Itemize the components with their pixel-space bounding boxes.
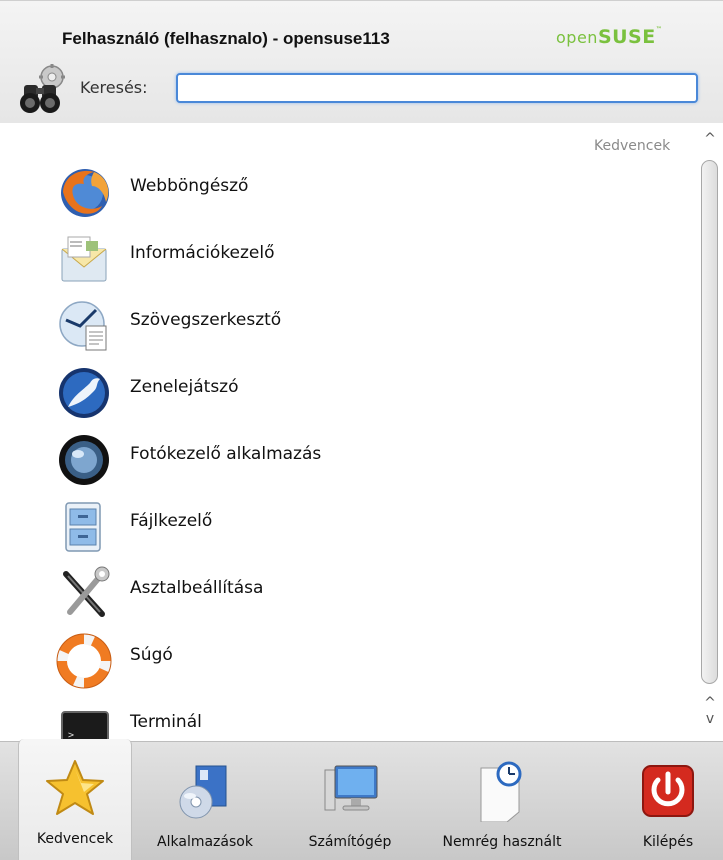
tab-applications[interactable]: Alkalmazások — [140, 742, 270, 860]
tab-recent[interactable]: Nemrég használt — [412, 742, 592, 860]
search-label: Keresés: — [80, 78, 148, 97]
scroll-down-arrow[interactable]: v — [700, 712, 720, 726]
header: Felhasználó (felhasznalo) - opensuse113 … — [0, 0, 723, 123]
tab-favorites[interactable]: Kedvencek — [18, 739, 132, 860]
photo-manager-icon — [59, 435, 109, 485]
list-item-file-manager[interactable]: Fájlkezelő — [56, 497, 656, 555]
tab-label: Számítógép — [308, 834, 392, 850]
tab-label: Alkalmazások — [157, 834, 253, 850]
opensuse-logo: openSUSE™ — [556, 26, 663, 48]
tab-logout[interactable]: Kilépés — [618, 742, 718, 860]
tab-computer[interactable]: Számítógép — [290, 742, 410, 860]
scroll-up-arrow[interactable]: ^ — [700, 132, 720, 146]
tab-label: Kilépés — [642, 834, 694, 850]
computer-monitor-icon — [324, 765, 378, 811]
applications-cd-icon — [179, 765, 227, 819]
list-item-help[interactable]: Súgó — [56, 631, 656, 689]
text-editor-icon — [59, 301, 107, 351]
list-item-label: Webböngésző — [130, 176, 249, 196]
search-input[interactable] — [176, 73, 698, 103]
settings-tools-icon — [63, 566, 110, 617]
binoculars-search-icon — [20, 64, 65, 113]
file-manager-icon — [65, 502, 101, 552]
list-item-label: Terminál — [130, 712, 202, 732]
tab-bar: Kedvencek Alkalmazások Számítógép Nemrég… — [0, 739, 723, 860]
list-item-photo-manager[interactable]: Fotókezelő alkalmazás — [56, 430, 656, 488]
scrollbar-thumb[interactable] — [701, 160, 718, 684]
section-label-favorites: Kedvencek — [594, 138, 671, 154]
list-item-desktop-settings[interactable]: Asztalbeállítása — [56, 564, 656, 622]
list-item-label: Információkezelő — [130, 243, 275, 263]
list-item-terminal[interactable]: >_ Terminál — [56, 698, 656, 740]
list-item-web-browser[interactable]: Webböngésző — [56, 162, 656, 220]
list-item-label: Fotókezelő alkalmazás — [130, 444, 322, 464]
tab-label: Kedvencek — [36, 831, 114, 847]
list-item-info-manager[interactable]: Információkezelő — [56, 229, 656, 287]
list-item-label: Súgó — [130, 645, 173, 665]
scroll-up-arrow-bottom[interactable]: ^ — [700, 696, 720, 710]
firefox-icon — [61, 169, 109, 217]
music-player-icon — [59, 368, 109, 418]
user-title: Felhasználó (felhasznalo) - opensuse113 — [62, 29, 390, 48]
help-lifebuoy-icon — [56, 633, 112, 689]
terminal-icon: >_ — [61, 711, 109, 740]
list-item-label: Asztalbeállítása — [130, 578, 264, 598]
list-item-label: Fájlkezelő — [130, 511, 213, 531]
recent-clock-document-icon — [480, 761, 522, 822]
list-item-label: Szövegszerkesztő — [130, 310, 282, 330]
list-item-label: Zenelejátszó — [130, 377, 239, 397]
list-item-text-editor[interactable]: Szövegszerkesztő — [56, 296, 656, 354]
tab-label: Nemrég használt — [442, 834, 562, 850]
power-icon — [642, 765, 694, 817]
list-item-music-player[interactable]: Zenelejátszó — [56, 363, 656, 421]
star-icon — [46, 760, 104, 815]
mail-info-icon — [61, 236, 107, 282]
